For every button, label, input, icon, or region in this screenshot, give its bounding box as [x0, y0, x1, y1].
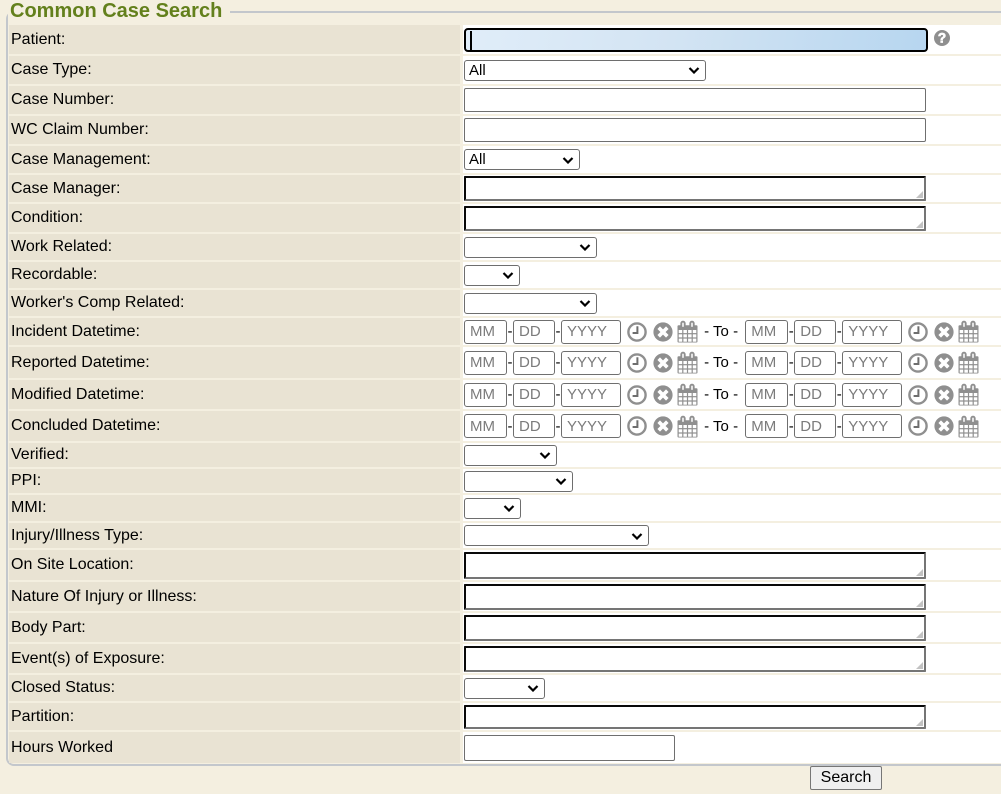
svg-text:?: ? [938, 31, 946, 46]
